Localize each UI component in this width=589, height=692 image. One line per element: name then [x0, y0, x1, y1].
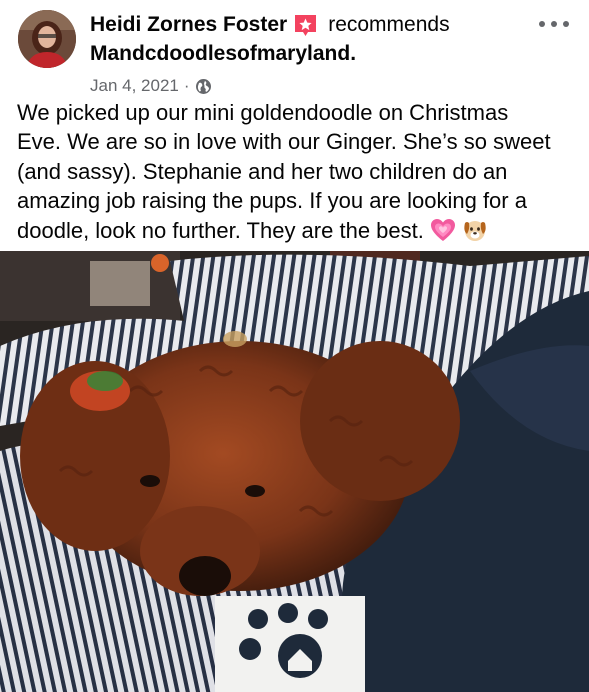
post-text: We picked up our mini goldendoodle on Ch… [17, 98, 577, 245]
puppy-photo-image [0, 251, 589, 692]
dog-face-emoji [462, 217, 488, 243]
post-header: Heidi Zornes Foster recommends [90, 10, 450, 40]
post-text-line: amazing job raising the pups. If you are… [17, 188, 527, 214]
post-text-line: doodle, look no further. They are the be… [17, 217, 424, 243]
post-date[interactable]: Jan 4, 2021 [90, 76, 179, 96]
action-text: recommends [328, 13, 450, 36]
post-text-line-last: doodle, look no further. They are the be… [17, 216, 577, 245]
author-avatar[interactable] [18, 10, 76, 68]
post-text-line: We picked up our mini goldendoodle on Ch… [17, 100, 509, 125]
avatar-photo [18, 10, 76, 68]
post-text-line: Eve. We are so in love with our Ginger. … [17, 129, 551, 155]
post-text-line: (and sassy). Stephanie and her two child… [17, 158, 508, 184]
star-flag-icon [293, 13, 318, 38]
globe-icon[interactable] [195, 78, 212, 95]
post-meta: Jan 4, 2021 · [90, 74, 212, 98]
post-photo[interactable] [0, 251, 589, 692]
recommended-page-name[interactable]: Mandcdoodlesofmaryland. [90, 42, 356, 66]
author-name[interactable]: Heidi Zornes Foster [90, 13, 287, 37]
recommendation-post: Heidi Zornes Foster recommends Mandcdood… [0, 0, 589, 692]
more-options-icon[interactable] [539, 12, 569, 36]
meta-separator: · [183, 76, 190, 95]
growing-heart-emoji [430, 217, 456, 243]
